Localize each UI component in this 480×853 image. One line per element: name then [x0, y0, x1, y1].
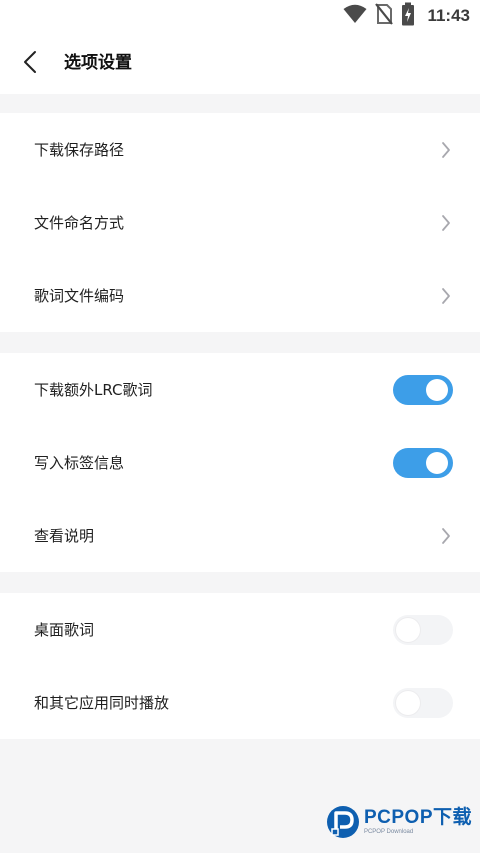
settings-section-storage: 下载保存路径 文件命名方式 歌词文件编码: [0, 113, 480, 332]
watermark-text: PCPOP下载 PCPOP Download: [364, 808, 472, 836]
setting-label: 写入标签信息: [34, 454, 125, 472]
battery-charging-icon: [401, 2, 415, 30]
setting-label: 下载保存路径: [34, 141, 125, 159]
toggle-knob: [396, 617, 420, 642]
wifi-icon: [343, 4, 367, 28]
setting-label: 桌面歌词: [34, 621, 95, 639]
setting-label: 查看说明: [34, 527, 95, 545]
toggle-knob: [396, 690, 420, 715]
page-title: 选项设置: [64, 53, 132, 73]
status-icons: 11:43: [343, 2, 470, 30]
setting-label: 文件命名方式: [34, 214, 125, 232]
setting-label: 和其它应用同时播放: [34, 694, 170, 712]
setting-write-tags: 写入标签信息: [0, 426, 480, 499]
setting-download-path[interactable]: 下载保存路径: [0, 113, 480, 186]
write-tags-toggle[interactable]: [393, 447, 453, 478]
pcpop-logo-icon: [326, 805, 360, 839]
setting-file-naming[interactable]: 文件命名方式: [0, 186, 480, 259]
setting-label: 歌词文件编码: [34, 287, 125, 305]
settings-section-download: 下载额外LRC歌词 写入标签信息 查看说明: [0, 353, 480, 572]
setting-mix-playback: 和其它应用同时播放: [0, 666, 480, 739]
status-bar: 11:43: [0, 0, 480, 32]
no-sim-icon: [375, 3, 394, 29]
setting-label: 下载额外LRC歌词: [34, 381, 153, 399]
watermark-sub: PCPOP Download: [363, 829, 414, 835]
watermark: PCPOP下载 PCPOP Download: [326, 805, 472, 839]
setting-view-instructions[interactable]: 查看说明: [0, 499, 480, 572]
chevron-right-icon: [439, 213, 453, 233]
chevron-left-icon: [23, 50, 37, 78]
watermark-brand: PCPOP下载: [363, 807, 472, 828]
setting-desktop-lyrics: 桌面歌词: [0, 593, 480, 666]
chevron-right-icon: [439, 526, 453, 546]
chevron-right-icon: [439, 140, 453, 160]
chevron-right-icon: [439, 286, 453, 306]
settings-section-playback: 桌面歌词 和其它应用同时播放: [0, 593, 480, 739]
app-header: 选项设置: [0, 32, 480, 94]
setting-lyrics-encoding[interactable]: 歌词文件编码: [0, 259, 480, 332]
toggle-knob: [426, 451, 448, 474]
status-time: 11:43: [427, 6, 470, 25]
toggle-knob: [426, 378, 448, 401]
setting-extra-lrc: 下载额外LRC歌词: [0, 353, 480, 426]
extra-lrc-toggle[interactable]: [393, 374, 453, 405]
desktop-lyrics-toggle[interactable]: [393, 614, 453, 645]
back-button[interactable]: [14, 48, 46, 80]
mix-playback-toggle[interactable]: [393, 687, 453, 718]
